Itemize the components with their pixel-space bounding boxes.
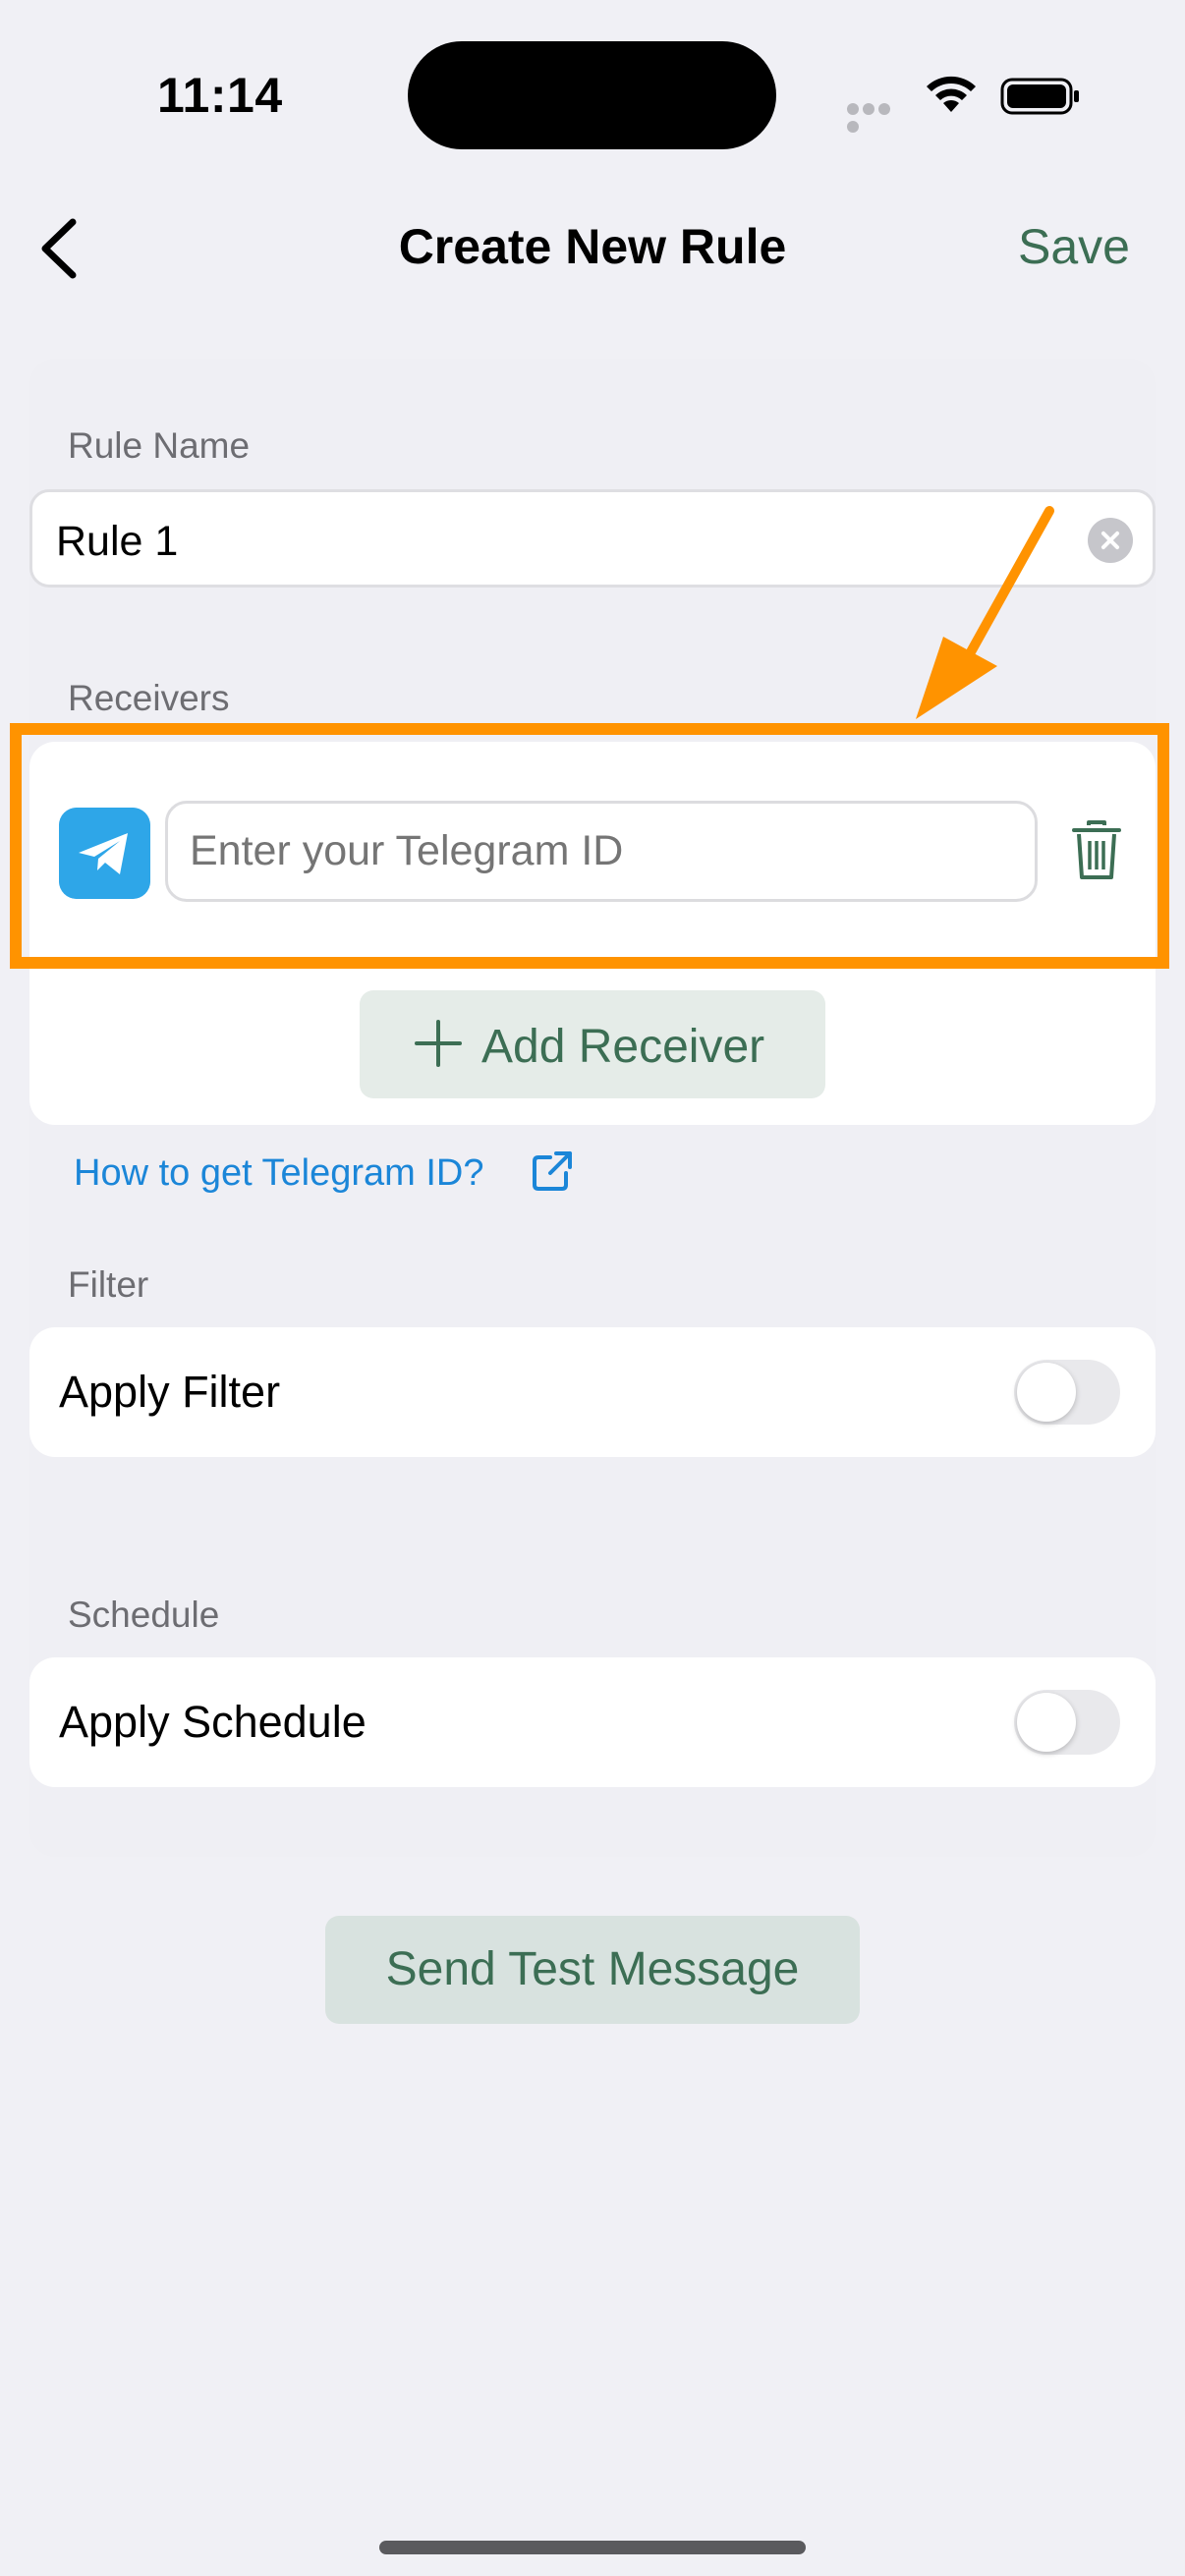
send-test-message-button[interactable]: Send Test Message [325,1916,860,2024]
clear-icon[interactable] [1088,518,1133,563]
signal-dots-icon [847,102,908,133]
filter-label: Filter [68,1264,149,1305]
save-button[interactable]: Save [1018,218,1130,275]
receivers-label: Receivers [68,678,230,718]
apply-filter-toggle[interactable] [1014,1360,1120,1425]
wifi-icon [927,76,976,112]
highlight-box [10,723,1169,969]
plus-icon [415,1020,462,1067]
dynamic-island [408,41,776,149]
page-title: Create New Rule [398,219,787,274]
telegram-id-help-link[interactable]: How to get Telegram ID? [74,1152,484,1195]
apply-schedule-row: Apply Schedule [29,1657,1156,1787]
schedule-label: Schedule [68,1595,220,1635]
rule-name-label: Rule Name [68,425,251,466]
rule-name-value[interactable]: Rule 1 [56,518,178,566]
battery-icon [1000,78,1079,115]
home-indicator [379,2541,806,2554]
add-receiver-button[interactable]: Add Receiver [360,990,825,1098]
add-receiver-label: Add Receiver [481,1021,765,1073]
apply-filter-row: Apply Filter [29,1327,1156,1457]
apply-schedule-label: Apply Schedule [59,1697,367,1747]
apply-schedule-toggle[interactable] [1014,1690,1120,1755]
external-link-icon[interactable] [531,1149,574,1193]
arrow-annotation-icon [916,506,1054,719]
apply-filter-label: Apply Filter [59,1367,281,1417]
status-time: 11:14 [157,68,283,123]
